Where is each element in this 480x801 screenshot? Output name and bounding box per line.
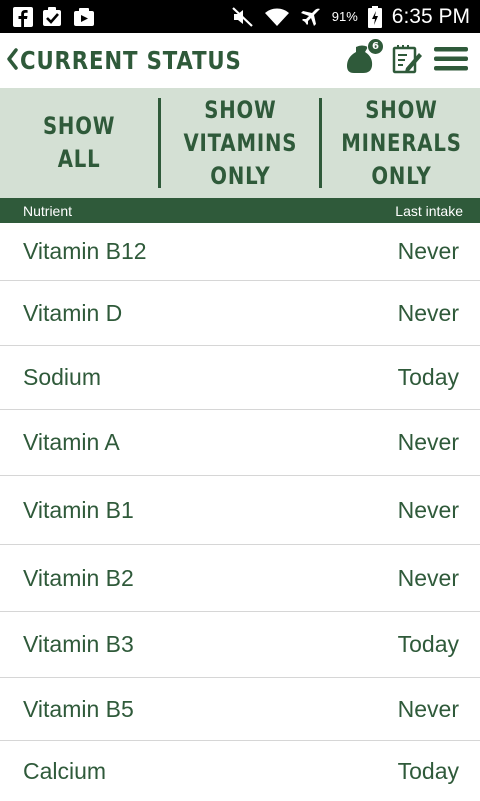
last-intake-value: Never <box>397 429 459 455</box>
list-item[interactable]: Vitamin D Never <box>0 281 480 346</box>
nutrient-name: Vitamin A <box>23 429 120 455</box>
list-item[interactable]: Sodium Today <box>0 346 480 410</box>
last-intake-column-label: Last intake <box>395 202 463 219</box>
list-item[interactable]: Vitamin B2 Never <box>0 545 480 612</box>
battery-percent: 91% <box>331 9 358 24</box>
nutrient-list: Vitamin B12 Never Vitamin D Never Sodium… <box>0 223 480 801</box>
nutrient-name: Calcium <box>23 757 107 784</box>
hamburger-menu-icon <box>434 46 468 76</box>
notes-edit-icon <box>392 44 422 78</box>
last-intake-value: Never <box>397 695 459 722</box>
show-minerals-label: SHOW MINERALS ONLY <box>340 95 462 190</box>
list-item[interactable]: Vitamin B3 Today <box>0 612 480 678</box>
list-item[interactable]: Vitamin A Never <box>0 410 480 476</box>
nutrient-name: Vitamin B1 <box>23 496 134 523</box>
nutrient-name: Vitamin B5 <box>23 695 134 722</box>
airplane-icon <box>300 7 322 27</box>
page-title: CURRENT STATUS <box>20 46 242 75</box>
show-vitamins-button[interactable]: SHOW VITAMINS ONLY <box>161 88 319 198</box>
last-intake-value: Today <box>397 631 459 657</box>
last-intake-value: Never <box>397 564 459 591</box>
last-intake-value: Today <box>397 364 459 390</box>
nutrient-name: Vitamin B3 <box>23 631 134 657</box>
checkbox-icon <box>42 6 64 27</box>
status-bar: 91% 6:35 PM <box>0 0 480 33</box>
filter-bar: SHOW ALL SHOW VITAMINS ONLY SHOW MINERAL… <box>0 88 480 198</box>
list-item[interactable]: Vitamin B1 Never <box>0 476 480 545</box>
mute-icon <box>231 6 254 27</box>
nutrient-name: Vitamin B12 <box>23 238 147 264</box>
back-button[interactable]: CURRENT STATUS <box>6 46 281 75</box>
back-chevron-icon <box>6 47 18 74</box>
nutrient-name: Vitamin B2 <box>23 564 134 591</box>
nutrient-name: Sodium <box>23 364 101 390</box>
last-intake-value: Never <box>397 496 459 523</box>
list-item[interactable]: Vitamin B12 Never <box>0 223 480 281</box>
clock: 6:35 PM <box>391 4 470 28</box>
show-all-button[interactable]: SHOW ALL <box>0 88 158 198</box>
column-header: Nutrient Last intake <box>0 198 480 223</box>
menu-button[interactable] <box>434 46 468 76</box>
app-header: CURRENT STATUS 6 <box>0 33 480 88</box>
list-item[interactable]: Vitamin B5 Never <box>0 678 480 741</box>
notification-badge: 6 <box>367 37 384 55</box>
battery-charging-icon <box>367 5 382 28</box>
last-intake-value: Today <box>397 757 459 784</box>
last-intake-value: Never <box>397 238 459 264</box>
list-item[interactable]: Calcium Today <box>0 741 480 801</box>
show-minerals-button[interactable]: SHOW MINERALS ONLY <box>322 88 480 198</box>
nutrient-column-label: Nutrient <box>23 202 73 219</box>
notes-button[interactable] <box>392 44 422 78</box>
wifi-icon <box>264 7 290 27</box>
supplement-bag-button[interactable]: 6 <box>346 37 384 78</box>
video-icon <box>73 7 95 27</box>
show-all-label: SHOW ALL <box>42 112 116 173</box>
nutrient-name: Vitamin D <box>23 299 123 326</box>
last-intake-value: Never <box>397 299 459 326</box>
facebook-icon <box>13 6 33 27</box>
show-vitamins-label: SHOW VITAMINS ONLY <box>183 95 297 190</box>
